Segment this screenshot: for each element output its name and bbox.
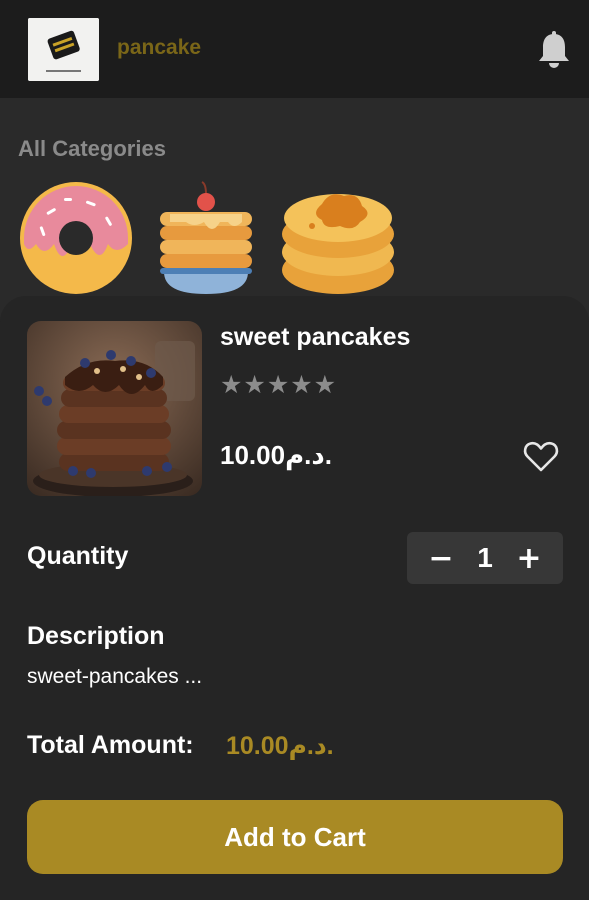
donut-icon — [20, 182, 132, 294]
pancake-stack-icon — [160, 181, 252, 294]
quantity-stepper: − 1 + — [407, 532, 563, 584]
product-price: 10.00د.م. — [220, 440, 332, 470]
category-pancake-stack[interactable] — [150, 178, 270, 298]
category-pancake-pile[interactable] — [278, 178, 398, 298]
app-title: pancake — [117, 36, 202, 59]
app-header: pancake — [0, 0, 589, 98]
total-amount-label: Total Amount: — [27, 731, 194, 759]
increase-quantity-button[interactable]: + — [507, 532, 551, 584]
bell-icon[interactable] — [536, 30, 572, 70]
pancake-pile-icon — [282, 194, 394, 294]
category-donut[interactable] — [16, 178, 136, 298]
decrease-quantity-button[interactable]: − — [419, 532, 463, 584]
heart-icon[interactable] — [522, 437, 560, 475]
description-text: sweet-pancakes ... — [27, 665, 203, 688]
pancake-logo[interactable] — [28, 18, 99, 81]
description-label: Description — [27, 622, 165, 650]
total-amount-value: 10.00د.م. — [226, 732, 334, 760]
quantity-label: Quantity — [27, 542, 129, 570]
add-to-cart-button[interactable]: Add to Cart — [27, 800, 563, 874]
quantity-value: 1 — [477, 542, 493, 573]
product-image — [27, 321, 202, 496]
rating-stars[interactable]: ★★★★★ — [220, 370, 337, 399]
categories-title: All Categories — [18, 136, 166, 161]
product-name: sweet pancakes — [220, 323, 411, 351]
